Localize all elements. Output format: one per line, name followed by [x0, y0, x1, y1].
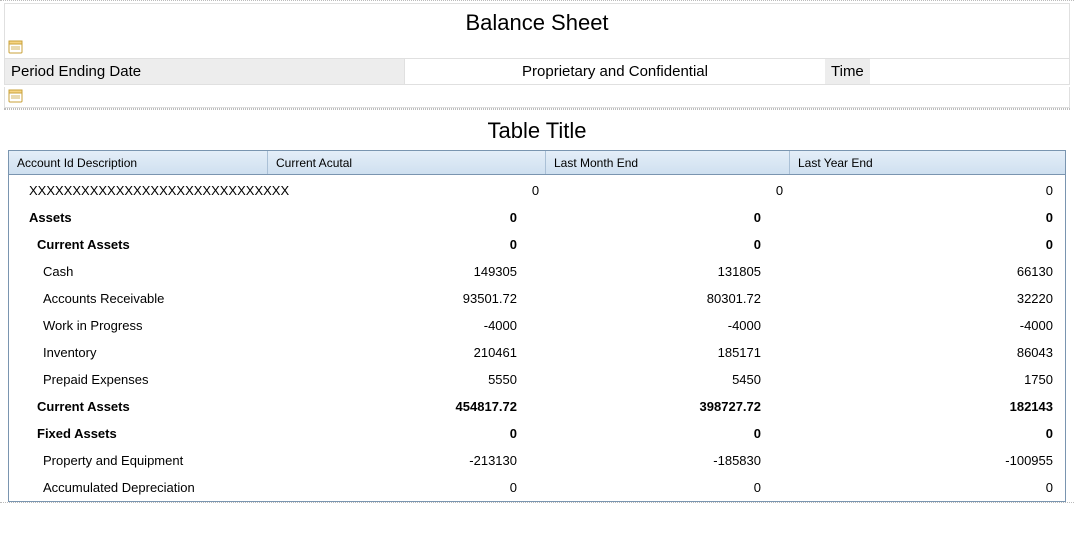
row-current: 0: [267, 210, 545, 225]
row-label: Assets: [9, 210, 267, 225]
row-label: Inventory: [9, 345, 267, 360]
col-header-current[interactable]: Current Acutal: [267, 151, 545, 174]
row-label: XXXXXXXXXXXXXXXXXXXXXXXXXXXXXX: [9, 183, 289, 198]
row-current: -4000: [267, 318, 545, 333]
row-last-month: 0: [545, 210, 789, 225]
row-current: 0: [289, 183, 567, 198]
row-last-year: 86043: [789, 345, 1065, 360]
col-header-last-year[interactable]: Last Year End: [789, 151, 1065, 174]
row-last-month: 185171: [545, 345, 789, 360]
table-body: XXXXXXXXXXXXXXXXXXXXXXXXXXXXXX000Assets0…: [9, 175, 1065, 501]
row-last-month: 80301.72: [545, 291, 789, 306]
row-last-year: 1750: [789, 372, 1065, 387]
table-row: Work in Progress-4000-4000-4000: [9, 312, 1065, 339]
table-row: Current Assets000: [9, 231, 1065, 258]
table-row: Cash14930513180566130: [9, 258, 1065, 285]
row-last-year: 0: [789, 210, 1065, 225]
row-last-year: 182143: [789, 399, 1065, 414]
table-row: Assets000: [9, 204, 1065, 231]
row-label: Accounts Receivable: [9, 291, 267, 306]
row-last-year: 0: [789, 237, 1065, 252]
row-current: 0: [267, 237, 545, 252]
row-label: Prepaid Expenses: [9, 372, 267, 387]
confidential-label: Proprietary and Confidential: [405, 59, 825, 84]
row-label: Current Assets: [9, 237, 267, 252]
table-row: XXXXXXXXXXXXXXXXXXXXXXXXXXXXXX000: [9, 177, 1065, 204]
row-last-month: 0: [545, 426, 789, 441]
table-header-row: Account Id Description Current Acutal La…: [9, 151, 1065, 175]
row-last-year: -100955: [789, 453, 1065, 468]
balance-sheet-table: Account Id Description Current Acutal La…: [8, 150, 1066, 502]
header-section: Balance Sheet Period Ending Date Proprie…: [4, 3, 1070, 85]
info-bar: Period Ending Date Proprietary and Confi…: [5, 58, 1069, 84]
row-current: 454817.72: [267, 399, 545, 414]
row-last-month: 0: [567, 183, 811, 198]
report-title-row: Balance Sheet: [5, 4, 1069, 38]
row-label: Property and Equipment: [9, 453, 267, 468]
row-last-month: -4000: [545, 318, 789, 333]
row-label: Current Assets: [9, 399, 267, 414]
row-label: Fixed Assets: [9, 426, 267, 441]
col-header-last-month[interactable]: Last Month End: [545, 151, 789, 174]
note-icon[interactable]: [7, 38, 25, 56]
table-row: Current Assets454817.72398727.72182143: [9, 393, 1065, 420]
row-label: Accumulated Depreciation: [9, 480, 267, 495]
row-last-year: 66130: [789, 264, 1065, 279]
table-row: Inventory21046118517186043: [9, 339, 1065, 366]
report-title: Balance Sheet: [465, 10, 608, 35]
row-label: Work in Progress: [9, 318, 267, 333]
table-row: Fixed Assets000: [9, 420, 1065, 447]
row-current: 5550: [267, 372, 545, 387]
time-label: Time: [825, 59, 870, 84]
row-current: 0: [267, 426, 545, 441]
table-row: Accounts Receivable93501.7280301.7232220: [9, 285, 1065, 312]
row-last-year: 32220: [789, 291, 1065, 306]
time-cell: Time: [825, 59, 1069, 84]
row-last-year: -4000: [789, 318, 1065, 333]
period-ending-label: Period Ending Date: [5, 59, 405, 84]
row-last-year: 0: [789, 480, 1065, 495]
row-label: Cash: [9, 264, 267, 279]
row-last-year: 0: [811, 183, 1065, 198]
row-last-month: 131805: [545, 264, 789, 279]
row-last-month: 398727.72: [545, 399, 789, 414]
row-current: 149305: [267, 264, 545, 279]
row-current: 93501.72: [267, 291, 545, 306]
row-last-month: -185830: [545, 453, 789, 468]
note-icon[interactable]: [7, 87, 25, 105]
row-current: 210461: [267, 345, 545, 360]
table-row: Prepaid Expenses555054501750: [9, 366, 1065, 393]
report-container: Balance Sheet Period Ending Date Proprie…: [0, 0, 1074, 503]
row-current: 0: [267, 480, 545, 495]
table-title: Table Title: [0, 110, 1074, 150]
table-row: Accumulated Depreciation000: [9, 474, 1065, 501]
row-current: -213130: [267, 453, 545, 468]
row-last-year: 0: [789, 426, 1065, 441]
table-row: Property and Equipment-213130-185830-100…: [9, 447, 1065, 474]
row-last-month: 5450: [545, 372, 789, 387]
icon-section: [4, 87, 1070, 108]
row-last-month: 0: [545, 480, 789, 495]
row-last-month: 0: [545, 237, 789, 252]
col-header-description[interactable]: Account Id Description: [9, 151, 267, 174]
